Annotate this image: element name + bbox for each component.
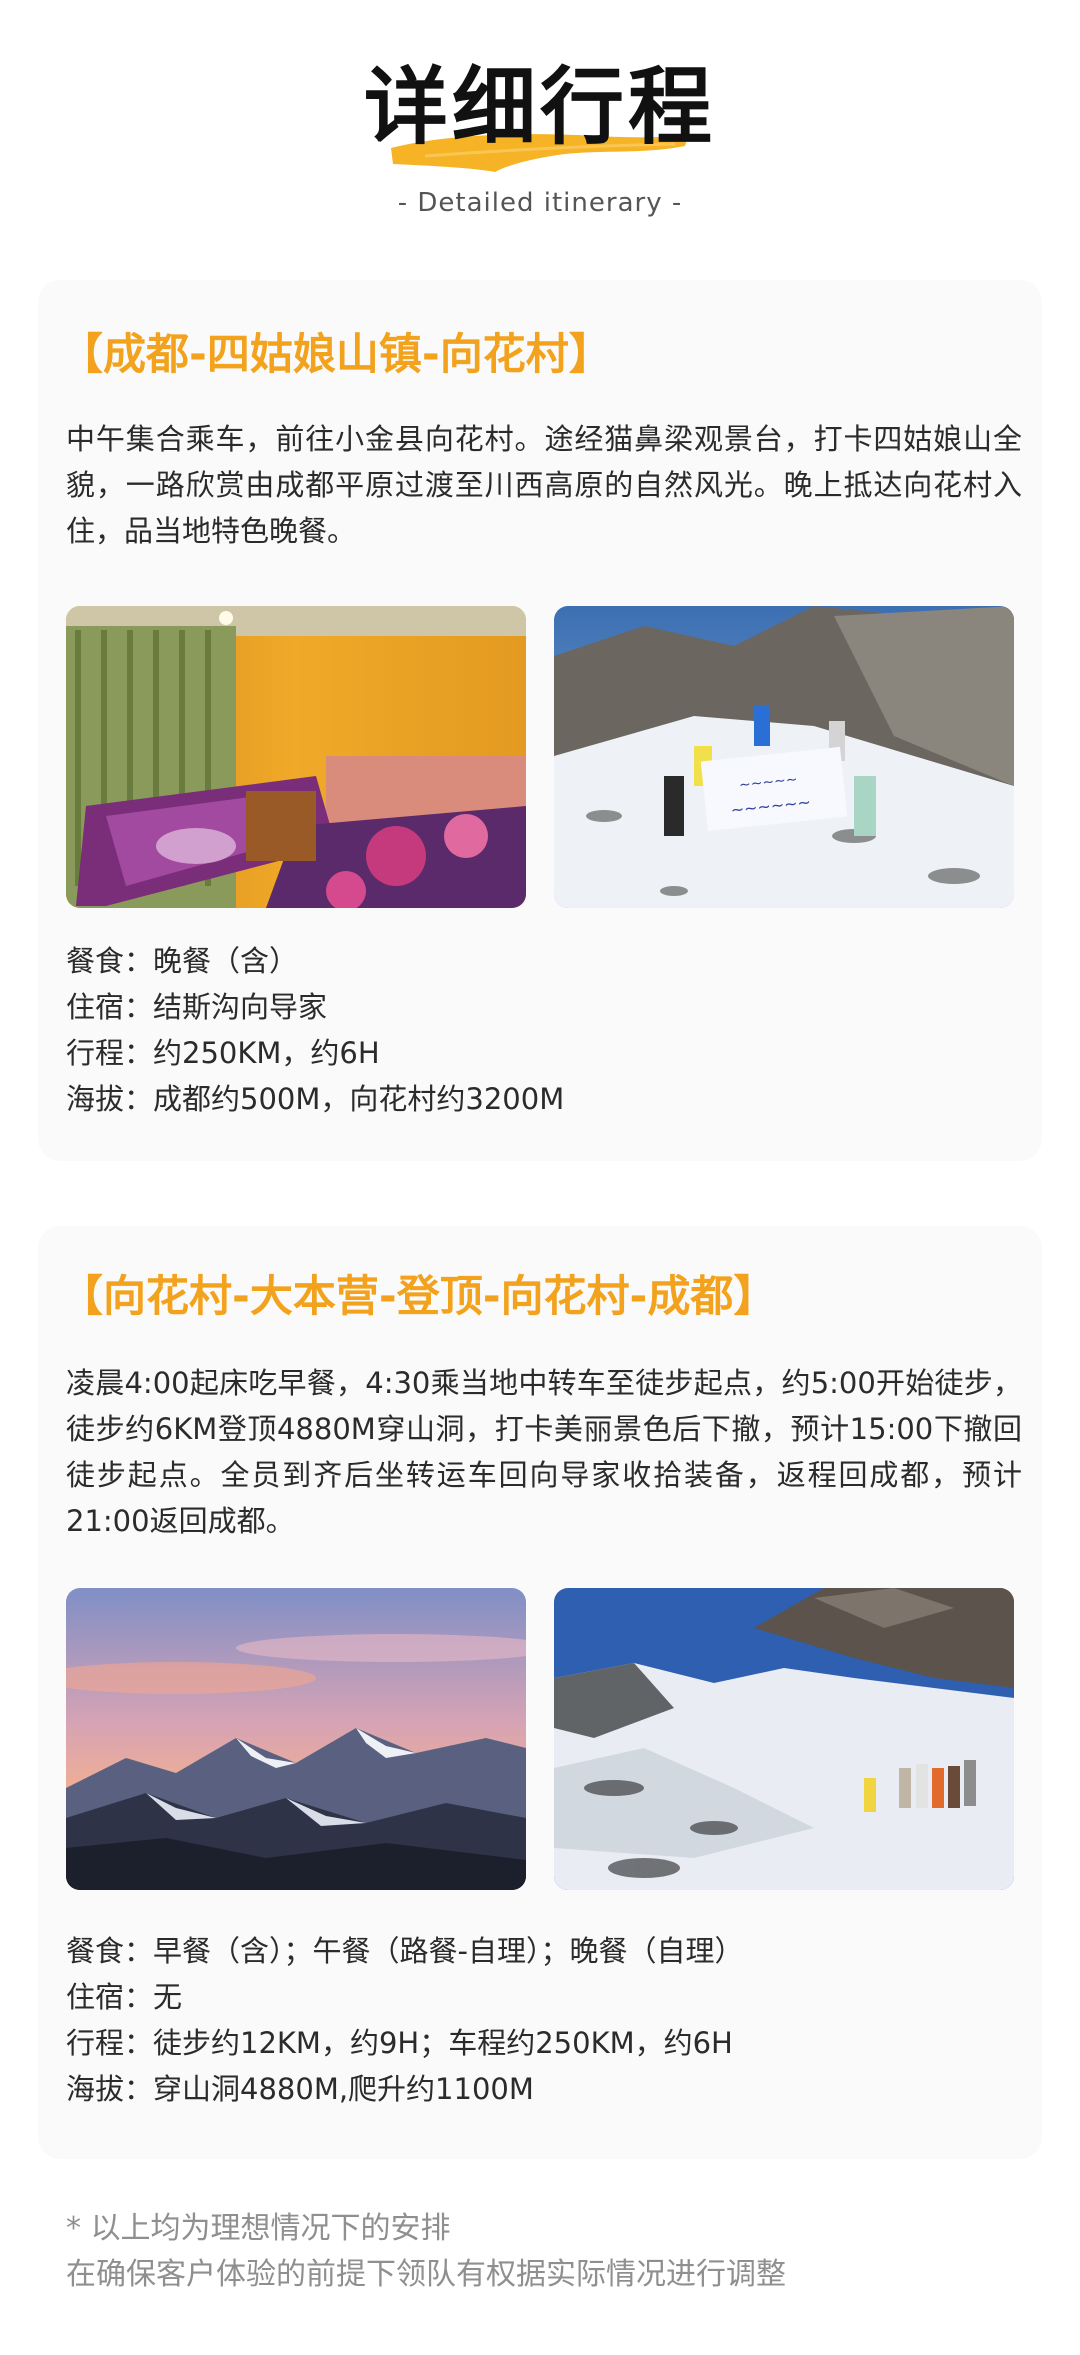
lodging-label: 住宿： — [66, 1980, 154, 2014]
day-info-list: 餐食：晚餐（含） 住宿：结斯沟向导家 行程：约250KM，约6H 海拔：成都约5… — [66, 938, 564, 1122]
day-info-list: 餐食：早餐（含）；午餐（路餐-自理）；晚餐（自理） 住宿：无 行程：徒步约12K… — [66, 1928, 743, 2112]
lodging-row: 住宿：无 — [66, 1974, 743, 2020]
day-description: 凌晨4:00起床吃早餐，4:30乘当地中转车至徒步起点，约5:00开始徒步，徒步… — [66, 1366, 1022, 1538]
page-subtitle: - Detailed itinerary - — [397, 188, 683, 218]
route-label: 行程： — [66, 1036, 154, 1070]
meal-label: 餐食： — [66, 1934, 154, 1968]
altitude-row: 海拔：穿山洞4880M,爬升约1100M — [66, 2066, 743, 2112]
footer-note: * 以上均为理想情况下的安排 在确保客户体验的前提下领队有权据实际情况进行调整 — [66, 2206, 786, 2298]
lodging-row: 住宿：结斯沟向导家 — [66, 984, 564, 1030]
route-label: 行程： — [66, 2026, 154, 2060]
day-card-2: 【向花村-大本营-登顶-向花村-成都】 凌晨4:00起床吃早餐，4:30乘当地中… — [38, 1226, 1042, 2158]
snow-slope-hikers-photo — [554, 1588, 1014, 1890]
page-header: 详细行程 - Detailed itinerary - — [0, 0, 1080, 240]
lodging-value: 无 — [153, 1980, 183, 2014]
route-value: 约250KM，约6H — [153, 1036, 380, 1070]
group-banner-snow-photo: ~~~~~ ~~~~~~ — [554, 606, 1014, 908]
guesthouse-room-photo — [66, 606, 526, 908]
meal-row: 餐食：早餐（含）；午餐（路餐-自理）；晚餐（自理） — [66, 1928, 743, 1974]
meal-label: 餐食： — [66, 944, 154, 978]
altitude-row: 海拔：成都约500M，向花村约3200M — [66, 1076, 564, 1122]
route-value: 徒步约12KM，约9H；车程约250KM，约6H — [153, 2026, 733, 2060]
meal-value: 晚餐（含） — [153, 944, 299, 978]
page-title: 详细行程 — [363, 57, 716, 156]
footer-note-line-1: * 以上均为理想情况下的安排 — [66, 2211, 451, 2246]
route-row: 行程：徒步约12KM，约9H；车程约250KM，约6H — [66, 2020, 743, 2066]
lodging-label: 住宿： — [66, 990, 154, 1024]
sunrise-mountains-photo — [66, 1588, 526, 1890]
altitude-value: 成都约500M，向花村约3200M — [153, 1082, 565, 1116]
altitude-label: 海拔： — [66, 1082, 154, 1116]
day-title: 【向花村-大本营-登顶-向花村-成都】 — [60, 1272, 777, 1322]
day-title: 【成都-四姑娘山镇-向花村】 — [60, 330, 612, 380]
day-card-1: 【成都-四姑娘山镇-向花村】 中午集合乘车，前往小金县向花村。途经猫鼻梁观景台，… — [38, 280, 1042, 1160]
altitude-value: 穿山洞4880M,爬升约1100M — [153, 2072, 534, 2106]
day-description: 中午集合乘车，前往小金县向花村。途经猫鼻梁观景台，打卡四姑娘山全貌，一路欣赏由成… — [66, 422, 1022, 548]
lodging-value: 结斯沟向导家 — [153, 990, 328, 1024]
route-row: 行程：约250KM，约6H — [66, 1030, 564, 1076]
meal-row: 餐食：晚餐（含） — [66, 938, 564, 984]
meal-value: 早餐（含）；午餐（路餐-自理）；晚餐（自理） — [153, 1934, 744, 1968]
altitude-label: 海拔： — [66, 2072, 154, 2106]
footer-note-line-2: 在确保客户体验的前提下领队有权据实际情况进行调整 — [66, 2257, 786, 2292]
